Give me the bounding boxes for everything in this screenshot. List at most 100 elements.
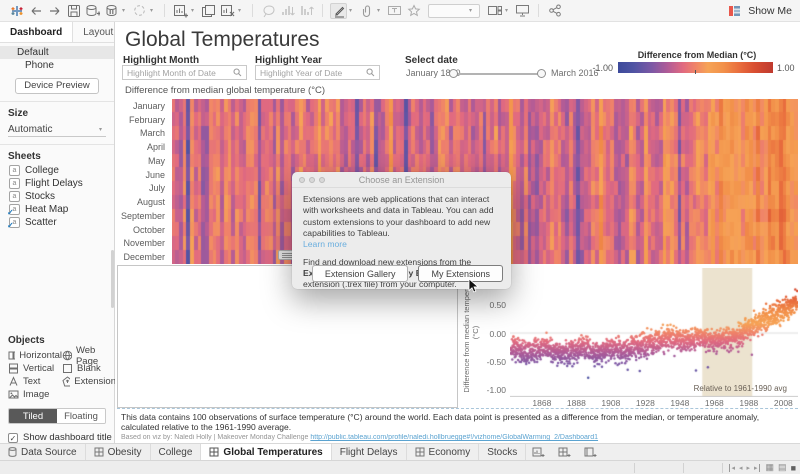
- object-text[interactable]: Text: [8, 376, 62, 387]
- pause-updates-icon[interactable]: [103, 3, 120, 19]
- object-horizontal[interactable]: Horizontal: [8, 350, 62, 361]
- new-dashboard-tab-button[interactable]: [552, 444, 578, 460]
- tab-college[interactable]: College: [151, 444, 202, 460]
- heatmap-month-label: January: [115, 99, 171, 113]
- last-sheet-icon[interactable]: ▸: [754, 464, 760, 472]
- object-blank[interactable]: Blank: [62, 363, 116, 374]
- run-updates-caret[interactable]: ▾: [150, 7, 157, 14]
- fix-axes-icon[interactable]: [405, 3, 422, 19]
- duplicate-sheet-icon[interactable]: [200, 3, 217, 19]
- fit-selector-caret[interactable]: ▾: [469, 7, 476, 14]
- legend-min-label: -1.00: [585, 63, 613, 73]
- sheet-item-college[interactable]: aCollege: [0, 164, 114, 177]
- format-paperclip-icon[interactable]: [358, 3, 375, 19]
- new-story-tab-button[interactable]: [578, 444, 604, 460]
- share-icon[interactable]: [546, 3, 563, 19]
- object-image[interactable]: Image: [8, 389, 62, 400]
- scatter-x-tick-label: 1948: [668, 398, 692, 408]
- run-updates-icon[interactable]: [131, 3, 148, 19]
- new-datasource-icon[interactable]: [84, 3, 101, 19]
- undo-icon[interactable]: [27, 3, 44, 19]
- sheet-item-label: Scatter: [25, 217, 57, 228]
- tab-data-source[interactable]: Data Source: [0, 444, 86, 460]
- show-labels-icon[interactable]: [386, 3, 403, 19]
- caption-credit-link[interactable]: http://public.tableau.com/profile/naledi…: [310, 434, 598, 441]
- tab-global-temperatures[interactable]: Global Temperatures: [201, 444, 331, 460]
- extension-gallery-button[interactable]: Extension Gallery: [312, 265, 409, 282]
- format-caret[interactable]: ▾: [377, 7, 384, 14]
- heatmap-month-label: March: [115, 127, 171, 141]
- previous-sheet-icon[interactable]: ◂: [739, 464, 743, 472]
- tiled-button[interactable]: Tiled: [9, 409, 57, 423]
- show-cards-caret[interactable]: ▾: [505, 7, 512, 14]
- sheet-item-scatter[interactable]: a✓Scatter: [0, 216, 114, 229]
- highlight-year-input[interactable]: Highlight Year of Date: [255, 65, 380, 80]
- device-preview-button[interactable]: Device Preview: [15, 78, 99, 94]
- clear-sheet-icon[interactable]: [219, 3, 236, 19]
- scatter-x-tick-label: 1908: [599, 398, 623, 408]
- sheet-item-label: Heat Map: [25, 204, 68, 215]
- save-icon[interactable]: [65, 3, 82, 19]
- redo-icon[interactable]: [46, 3, 63, 19]
- highlight-caret[interactable]: ▾: [349, 7, 356, 14]
- in-use-check-icon: ✓: [7, 221, 14, 230]
- fit-selector[interactable]: ▾: [428, 4, 480, 18]
- show-tabs-view-icon[interactable]: ▦: [766, 462, 775, 473]
- my-extensions-button[interactable]: My Extensions: [418, 265, 503, 282]
- dialog-title: Choose an Extension: [292, 175, 511, 185]
- tab-economy[interactable]: Economy: [407, 444, 480, 460]
- sheet-item-flight-delays[interactable]: aFlight Delays: [0, 177, 114, 190]
- size-select[interactable]: Automatic ▾: [8, 123, 106, 137]
- tab-label: Obesity: [108, 447, 142, 458]
- highlight-month-input[interactable]: Highlight Month of Date: [122, 65, 247, 80]
- new-worksheet-tab-button[interactable]: [526, 444, 552, 460]
- tab-obesity[interactable]: Obesity: [86, 444, 151, 460]
- new-worksheet-icon[interactable]: [172, 3, 189, 19]
- show-filmstrip-view-icon[interactable]: ▤: [778, 462, 787, 473]
- choose-extension-dialog: Choose an Extension Extensions are web a…: [292, 172, 511, 289]
- heatmap-title: Difference from median global temperatur…: [125, 85, 325, 96]
- scatter-x-tick-label: 1988: [737, 398, 761, 408]
- group-members-icon[interactable]: [260, 3, 277, 19]
- date-slider-handle-start[interactable]: [449, 69, 458, 78]
- show-title-checkbox[interactable]: ✓: [8, 433, 18, 443]
- pause-updates-caret[interactable]: ▾: [122, 7, 129, 14]
- object-vertical[interactable]: Vertical: [8, 363, 62, 374]
- legend-notch: [695, 70, 696, 74]
- tab-flight-delays[interactable]: Flight Delays: [332, 444, 407, 460]
- presentation-mode-icon[interactable]: [514, 3, 531, 19]
- clear-sheet-caret[interactable]: ▾: [238, 7, 245, 14]
- object-extension[interactable]: Extension: [62, 376, 116, 387]
- highlight-icon[interactable]: [330, 3, 347, 19]
- first-sheet-icon[interactable]: ◂: [729, 464, 735, 472]
- heatmap-month-label: November: [115, 237, 171, 251]
- dashboard-grid-icon: [415, 447, 425, 457]
- date-slider-handle-end[interactable]: [537, 69, 546, 78]
- next-sheet-icon[interactable]: ▸: [747, 464, 751, 472]
- pane-scrollbar[interactable]: [111, 250, 114, 308]
- new-worksheet-caret[interactable]: ▾: [191, 7, 198, 14]
- scatter-chart[interactable]: [510, 268, 798, 397]
- learn-more-link[interactable]: Learn more: [303, 239, 347, 249]
- show-cards-icon[interactable]: [486, 3, 503, 19]
- tab-dashboard[interactable]: Dashboard: [0, 22, 73, 42]
- scatter-y-tick-label: -1.00: [478, 385, 506, 395]
- tab-stocks[interactable]: Stocks: [479, 444, 526, 460]
- show-me-button[interactable]: Show Me: [726, 3, 792, 19]
- status-separator: [634, 463, 635, 473]
- floating-button[interactable]: Floating: [57, 409, 105, 423]
- sort-ascending-icon[interactable]: [279, 3, 296, 19]
- sheet-item-heat-map[interactable]: a✓Heat Map: [0, 203, 114, 216]
- dialog-titlebar[interactable]: Choose an Extension: [292, 172, 511, 188]
- show-sheet-view-icon[interactable]: ■: [791, 463, 796, 473]
- sheet-item-stocks[interactable]: aStocks: [0, 190, 114, 203]
- device-item-default[interactable]: Default: [0, 46, 114, 59]
- scatter-x-tick-label: 1868: [530, 398, 554, 408]
- device-item-phone[interactable]: Phone: [0, 59, 114, 73]
- device-phone-label: Phone: [25, 60, 54, 71]
- toolbar-separator: [252, 4, 253, 17]
- tab-label: Flight Delays: [340, 447, 398, 458]
- sort-descending-icon[interactable]: [298, 3, 315, 19]
- object-web-page[interactable]: Web Page: [62, 350, 116, 361]
- date-slider-track[interactable]: [455, 73, 541, 75]
